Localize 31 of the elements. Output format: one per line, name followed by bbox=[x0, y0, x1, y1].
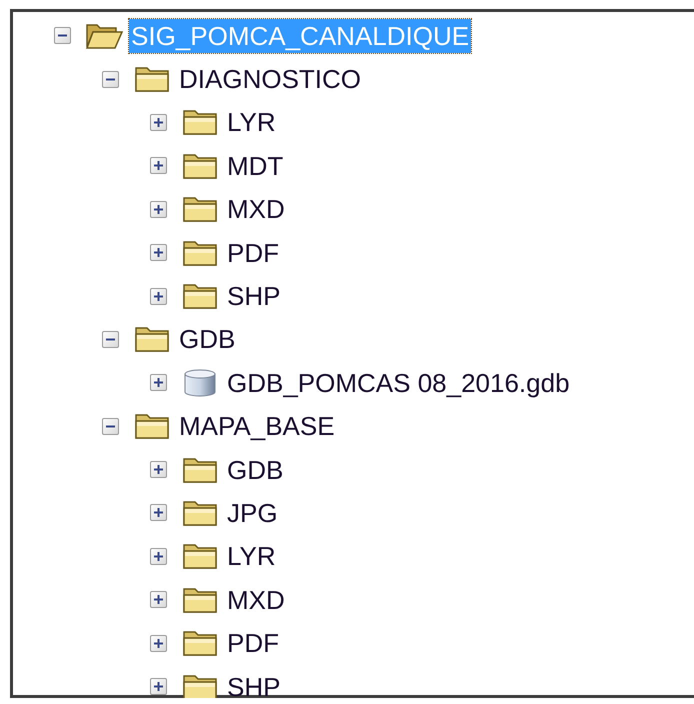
tree-item-label[interactable]: SHP bbox=[225, 670, 282, 698]
tree-item-label[interactable]: MDT bbox=[225, 148, 286, 183]
expand-icon[interactable] bbox=[150, 114, 167, 131]
tree-item-label[interactable]: LYR bbox=[225, 539, 278, 574]
collapse-icon[interactable] bbox=[102, 330, 119, 348]
collapse-icon[interactable] bbox=[102, 70, 119, 88]
expand-icon[interactable] bbox=[150, 548, 167, 565]
collapse-icon[interactable] bbox=[102, 418, 119, 435]
expand-icon[interactable] bbox=[150, 678, 167, 696]
tree-item-label[interactable]: MXD bbox=[225, 582, 287, 617]
expand-icon[interactable] bbox=[150, 591, 167, 608]
tree-item-label[interactable]: PDF bbox=[225, 626, 281, 660]
expand-icon[interactable] bbox=[150, 374, 167, 392]
expand-icon[interactable] bbox=[150, 461, 167, 478]
expand-icon[interactable] bbox=[150, 200, 167, 218]
tree-item-label[interactable]: DIAGNOSTICO bbox=[177, 62, 364, 96]
expand-icon[interactable] bbox=[150, 504, 167, 522]
expand-icon[interactable] bbox=[150, 288, 167, 305]
expand-icon[interactable] bbox=[150, 157, 167, 174]
tree-item-label[interactable]: MXD bbox=[225, 192, 287, 226]
tree-item-label[interactable]: LYR bbox=[225, 105, 278, 140]
tree-item-label[interactable]: JPG bbox=[225, 496, 280, 530]
collapse-icon[interactable] bbox=[54, 27, 71, 44]
tree-item-label[interactable]: SHP bbox=[225, 279, 282, 314]
expand-icon[interactable] bbox=[150, 244, 167, 262]
tree-item-label[interactable]: GDB bbox=[177, 322, 238, 356]
tree-item-label[interactable]: MAPA_BASE bbox=[177, 409, 337, 444]
tree-item-label[interactable]: GDB bbox=[225, 452, 286, 487]
tree-item-label[interactable]: GDB_POMCAS 08_2016.gdb bbox=[225, 366, 572, 400]
tree-item-label[interactable]: PDF bbox=[225, 236, 281, 270]
expand-icon[interactable] bbox=[150, 634, 167, 652]
